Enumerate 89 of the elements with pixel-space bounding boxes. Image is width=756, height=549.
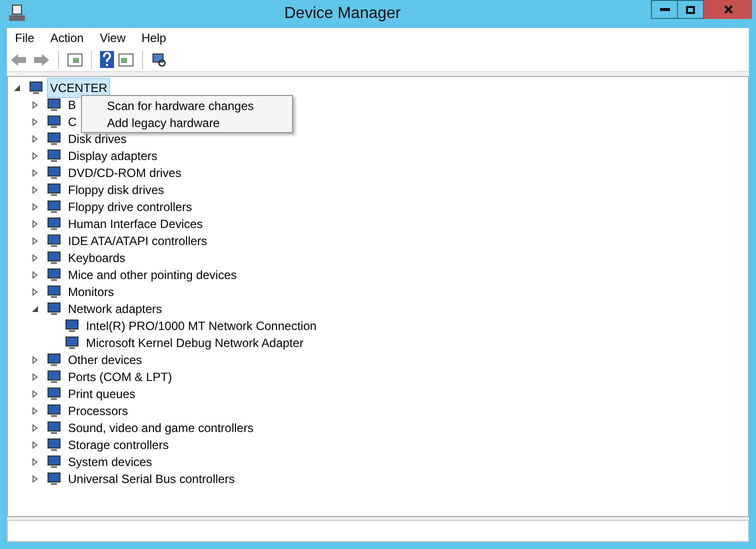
window-title: Device Manager (283, 4, 402, 24)
device-icon (46, 182, 62, 198)
tree-item[interactable]: Intel(R) PRO/1000 MT Network Connection (83, 316, 320, 336)
collapsed-arrow-icon[interactable] (31, 254, 39, 262)
collapsed-arrow-icon[interactable] (31, 424, 39, 432)
menu-item[interactable]: Action (42, 29, 92, 47)
close-button[interactable] (704, 0, 752, 19)
collapsed-arrow-icon[interactable] (31, 134, 39, 142)
minimize-button[interactable] (651, 0, 678, 19)
device-icon (46, 402, 62, 418)
tree-item[interactable]: DVD/CD-ROM drives (65, 162, 184, 182)
close-icon (724, 5, 732, 14)
device-icon (46, 250, 62, 266)
device-icon (46, 114, 62, 130)
tree-item[interactable]: Storage controllers (65, 434, 172, 454)
tree-item[interactable]: Disk drives (65, 128, 130, 148)
scan-monitor-icon[interactable] (151, 52, 167, 68)
window-icon[interactable] (118, 52, 134, 68)
device-icon (46, 300, 62, 316)
device-icon (46, 352, 62, 368)
device-icon (28, 80, 44, 96)
tree-item[interactable]: Floppy disk drives (65, 180, 168, 200)
maximize-icon (686, 6, 695, 14)
tree-item[interactable]: Floppy drive controllers (65, 196, 196, 216)
tree-item[interactable]: Other devices (65, 350, 146, 370)
expanded-arrow-icon[interactable] (31, 304, 39, 312)
collapsed-arrow-icon[interactable] (31, 118, 39, 126)
menu-item[interactable]: Help (134, 29, 174, 47)
menu-item[interactable]: File (7, 29, 42, 47)
collapsed-arrow-icon[interactable] (31, 186, 39, 194)
tree-item[interactable]: System devices (65, 452, 156, 472)
device-icon (46, 216, 62, 232)
tree-item[interactable]: Ports (COM & LPT) (65, 366, 176, 386)
help-icon[interactable] (100, 51, 114, 68)
tree-item[interactable]: C (65, 112, 80, 132)
device-icon (46, 148, 62, 164)
collapsed-arrow-icon[interactable] (31, 356, 39, 364)
minimize-icon (660, 8, 670, 12)
collapsed-arrow-icon[interactable] (31, 100, 39, 108)
tree-item[interactable]: Universal Serial Bus controllers (65, 468, 238, 488)
tree-item[interactable]: Print queues (65, 384, 138, 404)
tree-item[interactable]: Mice and other pointing devices (65, 264, 240, 284)
tree-item[interactable]: Keyboards (65, 248, 128, 268)
collapsed-arrow-icon[interactable] (31, 372, 39, 380)
collapsed-arrow-icon[interactable] (31, 220, 39, 228)
device-icon (46, 164, 62, 180)
device-icon (46, 284, 62, 300)
collapsed-arrow-icon[interactable] (31, 390, 39, 398)
collapsed-arrow-icon[interactable] (31, 202, 39, 210)
menu-item[interactable]: View (92, 29, 134, 47)
device-icon (46, 232, 62, 248)
device-icon (46, 130, 62, 146)
device-icon (64, 334, 80, 350)
context-menu-item[interactable]: Scan for hardware changes (104, 97, 292, 114)
device-icon (46, 96, 62, 112)
device-icon (46, 470, 62, 486)
device-icon (46, 368, 62, 384)
collapsed-arrow-icon[interactable] (31, 168, 39, 176)
forward-arrow-icon[interactable] (32, 52, 50, 68)
tree-item[interactable]: Monitors (65, 282, 118, 302)
collapsed-arrow-icon[interactable] (31, 474, 39, 482)
tree-item[interactable]: VCENTER (47, 78, 110, 98)
device-icon (46, 198, 62, 214)
collapsed-arrow-icon[interactable] (31, 288, 39, 296)
back-arrow-icon[interactable] (10, 52, 28, 68)
device-icon (46, 454, 62, 470)
collapsed-arrow-icon[interactable] (31, 270, 39, 278)
collapsed-arrow-icon[interactable] (31, 406, 39, 414)
device-icon (46, 386, 62, 402)
device-icon (64, 318, 80, 334)
tree-item[interactable]: Processors (65, 400, 132, 420)
collapsed-arrow-icon[interactable] (31, 440, 39, 448)
tree-item[interactable]: B (65, 94, 80, 114)
device-icon (46, 266, 62, 282)
computer-icon (8, 4, 26, 22)
collapsed-arrow-icon[interactable] (31, 152, 39, 160)
collapsed-arrow-icon[interactable] (31, 236, 39, 244)
device-icon (46, 436, 62, 452)
collapsed-arrow-icon[interactable] (31, 458, 39, 466)
tree-item[interactable]: Display adapters (65, 146, 160, 166)
context-menu-item[interactable]: Add legacy hardware (104, 114, 292, 131)
tree-item[interactable]: Sound, video and game controllers (65, 418, 256, 438)
tree-item[interactable]: Human Interface Devices (65, 214, 206, 234)
tree-item[interactable]: Microsoft Kernel Debug Network Adapter (83, 332, 306, 352)
expanded-arrow-icon[interactable] (13, 84, 21, 92)
tree-item[interactable]: Network adapters (65, 298, 166, 318)
window-icon[interactable] (67, 52, 83, 68)
device-icon (46, 420, 62, 436)
tree-item[interactable]: IDE ATA/ATAPI controllers (65, 230, 210, 250)
